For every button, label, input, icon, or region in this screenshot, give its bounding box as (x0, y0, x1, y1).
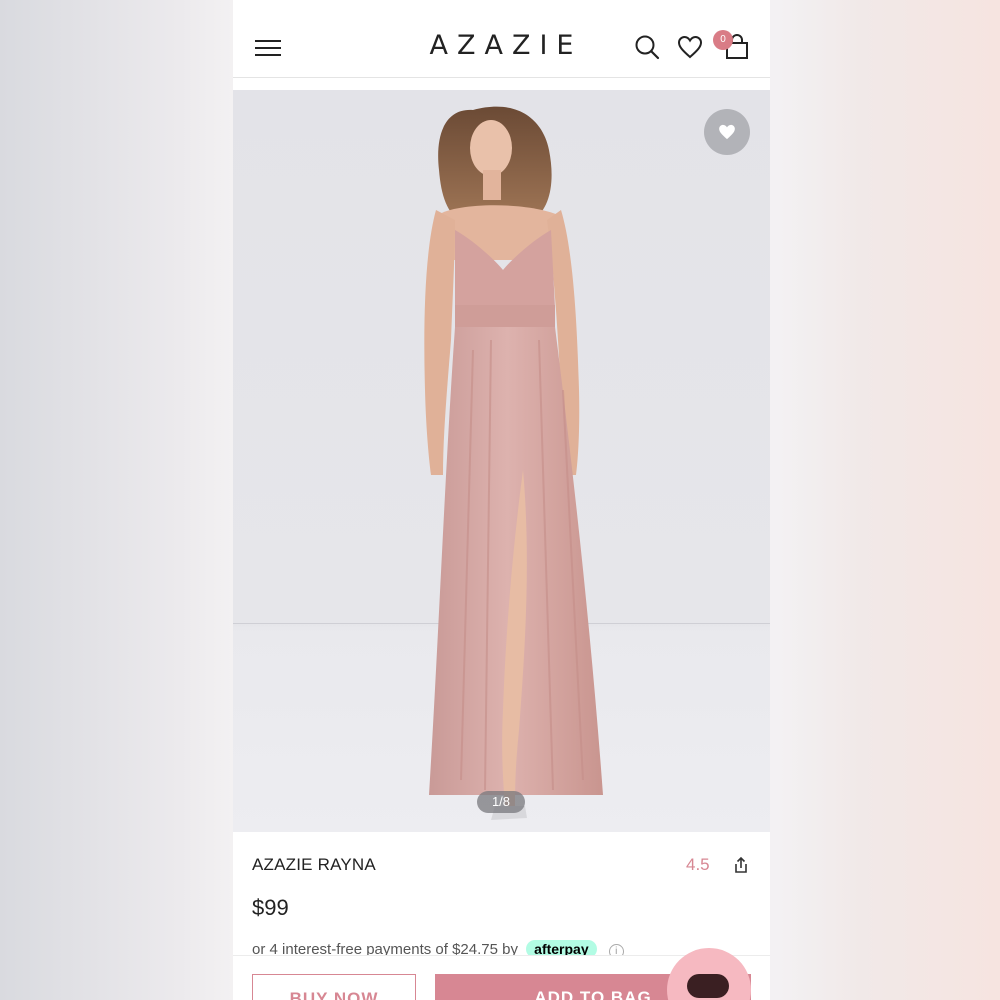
product-rating[interactable]: 4.5 (686, 855, 710, 875)
search-icon[interactable] (633, 33, 661, 61)
buy-now-button[interactable]: BUY NOW (252, 974, 416, 1000)
chat-bubble-icon (687, 974, 729, 998)
heart-icon (719, 124, 735, 140)
image-pager: 1/8 (477, 791, 525, 813)
shopping-bag-icon[interactable]: 0 (713, 30, 751, 61)
top-nav: AZAZIE 0 (233, 0, 770, 78)
model-in-dress-illustration (424, 106, 603, 820)
add-to-bag-label: ADD TO BAG (534, 988, 652, 1000)
phone-screen: AZAZIE 0 1/8 AZAZIE RAYNA 4.5 $99 or 4 i… (233, 0, 770, 1000)
product-image[interactable]: 1/8 (233, 90, 770, 832)
share-icon[interactable] (731, 855, 751, 875)
product-price: $99 (252, 895, 289, 920)
product-title: AZAZIE RAYNA (252, 855, 376, 874)
wishlist-heart-icon[interactable] (676, 33, 704, 61)
cart-count-badge: 0 (713, 30, 733, 50)
favorite-button[interactable] (704, 109, 750, 155)
